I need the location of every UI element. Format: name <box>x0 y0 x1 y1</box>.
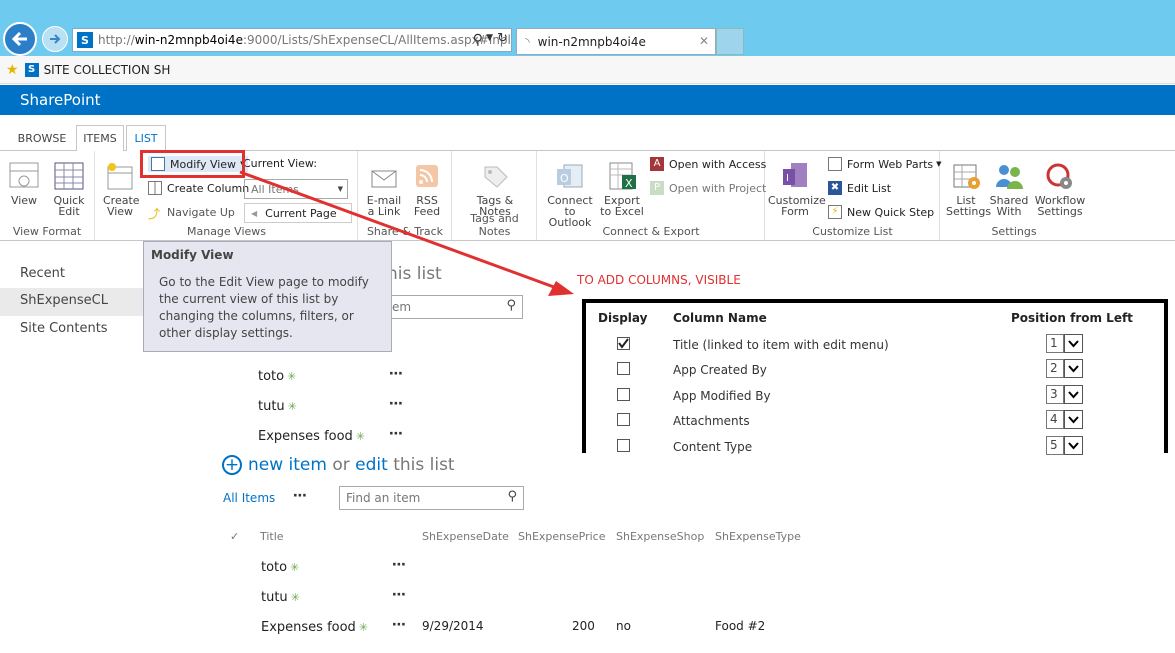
row-title[interactable]: toto <box>261 560 287 575</box>
column-name: Title (linked to item with edit menu) <box>673 338 889 352</box>
chevron-down-icon <box>1064 436 1083 455</box>
view-menu-icon[interactable]: ⋯ <box>293 488 308 504</box>
annotation-label: TO ADD COLUMNS, VISIBLE <box>577 273 741 287</box>
search-input[interactable]: Find an item ⚲ <box>339 486 524 510</box>
item-menu-icon[interactable]: ⋯ <box>392 617 407 633</box>
column-name: App Modified By <box>673 389 771 403</box>
display-checkbox[interactable] <box>617 337 630 350</box>
position-select[interactable]: 2 <box>1046 359 1084 378</box>
new-item-icon: ✳ <box>290 591 300 604</box>
new-item-link[interactable]: new item <box>248 455 327 475</box>
column-header-title[interactable]: Title <box>260 530 284 543</box>
table-row[interactable]: toto ✳ <box>261 560 299 575</box>
position-value: 1 <box>1046 334 1064 353</box>
display-checkbox[interactable] <box>617 413 630 426</box>
chevron-down-icon <box>1064 410 1083 429</box>
columns-panel: Display Column Name Position from Left T… <box>582 299 1168 455</box>
column-name-header: Column Name <box>673 311 767 325</box>
search-icon[interactable]: ⚲ <box>507 489 517 504</box>
new-item-icon: ✳ <box>290 561 300 574</box>
add-circle-icon[interactable]: + <box>222 455 242 475</box>
position-value: 5 <box>1046 436 1064 455</box>
chevron-down-icon <box>1064 385 1083 404</box>
chevron-down-icon <box>1064 359 1083 378</box>
display-checkbox[interactable] <box>617 388 630 401</box>
position-value: 3 <box>1046 385 1064 404</box>
row-title[interactable]: tutu <box>261 590 288 605</box>
column-header-shop[interactable]: ShExpenseShop <box>616 530 704 543</box>
column-name: App Created By <box>673 363 767 377</box>
edit-link[interactable]: edit <box>355 455 388 475</box>
column-name: Content Type <box>673 440 753 454</box>
item-menu-icon[interactable]: ⋯ <box>392 587 407 603</box>
position-value: 2 <box>1046 359 1064 378</box>
column-name: Attachments <box>673 414 750 428</box>
position-select[interactable]: 3 <box>1046 385 1084 404</box>
search-placeholder: Find an item <box>346 491 421 505</box>
row-price: 200 <box>572 619 595 633</box>
position-select[interactable]: 4 <box>1046 410 1084 429</box>
column-header-price[interactable]: ShExpensePrice <box>518 530 605 543</box>
column-header-type[interactable]: ShExpenseType <box>715 530 801 543</box>
position-select[interactable]: 1 <box>1046 334 1084 353</box>
select-all-check-icon[interactable]: ✓ <box>230 530 239 543</box>
this-list-text: this list <box>393 455 455 475</box>
table-row[interactable]: Expenses food ✳ <box>261 620 368 635</box>
item-menu-icon[interactable]: ⋯ <box>392 557 407 573</box>
column-header-date[interactable]: ShExpenseDate <box>422 530 509 543</box>
row-title[interactable]: Expenses food <box>261 620 356 635</box>
check-icon <box>618 338 629 349</box>
display-checkbox[interactable] <box>617 362 630 375</box>
or-text: or <box>332 455 350 475</box>
new-item-bar: + new item or edit this list <box>222 455 455 475</box>
position-header: Position from Left <box>1011 311 1133 325</box>
row-date: 9/29/2014 <box>422 619 484 633</box>
table-row[interactable]: tutu ✳ <box>261 590 300 605</box>
view-all-items[interactable]: All Items <box>223 491 275 505</box>
row-type: Food #2 <box>715 619 766 633</box>
chevron-down-icon <box>1064 334 1083 353</box>
display-header: Display <box>598 311 648 325</box>
new-item-icon: ✳ <box>358 621 369 634</box>
row-shop: no <box>616 619 631 633</box>
display-checkbox[interactable] <box>617 439 630 452</box>
position-select[interactable]: 5 <box>1046 436 1084 455</box>
position-value: 4 <box>1046 410 1064 429</box>
